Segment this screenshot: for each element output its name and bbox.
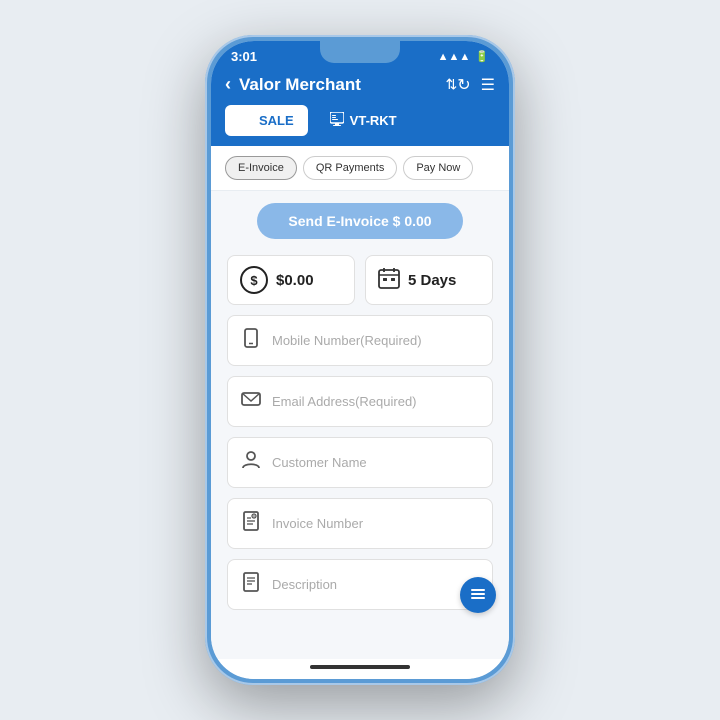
amount-row: $ $0.00: [227, 255, 493, 305]
status-icons: ▲▲▲ 🔋: [438, 50, 489, 63]
terminal-icon: [330, 112, 344, 129]
header-title: Valor Merchant: [239, 75, 442, 95]
send-button-wrap: Send E-Invoice $ 0.00: [211, 191, 509, 247]
mobile-placeholder: Mobile Number(Required): [272, 333, 422, 348]
amount-value: $0.00: [276, 272, 314, 289]
description-field[interactable]: Description: [227, 559, 493, 610]
form-area: $ $0.00: [211, 247, 509, 618]
email-field[interactable]: Email Address(Required): [227, 376, 493, 427]
phone-icon: [240, 328, 262, 353]
tab-sale[interactable]: SALE: [225, 105, 308, 136]
paynow-label: Pay Now: [416, 162, 460, 174]
sub-tab-einvoice[interactable]: E-Invoice: [225, 156, 297, 180]
home-indicator: [211, 659, 509, 679]
invoice-placeholder: Invoice Number: [272, 516, 363, 531]
qr-label: QR Payments: [316, 162, 384, 174]
phone-frame: 3:01 ▲▲▲ 🔋 ‹ Valor Merchant ⇅ ↻ ☰: [205, 35, 515, 685]
wifi-icon: ▲▲▲: [438, 51, 471, 63]
status-time: 3:01: [231, 49, 257, 64]
days-value: 5 Days: [408, 272, 456, 289]
header-actions: ↻ ☰: [457, 75, 495, 95]
amount-box[interactable]: $ $0.00: [227, 255, 355, 305]
app-header: ‹ Valor Merchant ⇅ ↻ ☰: [211, 68, 509, 105]
person-icon: [240, 450, 262, 475]
content-area: E-Invoice QR Payments Pay Now Send E-Inv…: [211, 146, 509, 659]
back-button[interactable]: ‹: [225, 74, 231, 95]
days-box[interactable]: 5 Days: [365, 255, 493, 305]
dollar-icon: $: [240, 266, 268, 294]
description-icon: [240, 572, 262, 597]
fab-button[interactable]: [460, 577, 496, 613]
sub-tab-paynow[interactable]: Pay Now: [403, 156, 473, 180]
email-placeholder: Email Address(Required): [272, 394, 417, 409]
sub-tabs: E-Invoice QR Payments Pay Now: [211, 146, 509, 191]
sub-tab-qr[interactable]: QR Payments: [303, 156, 397, 180]
vt-rkt-tab-label: VT-RKT: [350, 113, 397, 128]
mobile-field[interactable]: Mobile Number(Required): [227, 315, 493, 366]
send-einvoice-button[interactable]: Send E-Invoice $ 0.00: [257, 203, 463, 239]
customer-placeholder: Customer Name: [272, 455, 367, 470]
sale-tab-icon: [239, 112, 253, 129]
email-icon: [240, 389, 262, 414]
sale-tab-label: SALE: [259, 113, 294, 128]
calendar-icon: [378, 267, 400, 294]
battery-icon: 🔋: [475, 50, 489, 63]
tab-bar: SALE VT-RKT: [211, 105, 509, 146]
invoice-number-field[interactable]: Invoice Number: [227, 498, 493, 549]
tab-vt-rkt[interactable]: VT-RKT: [316, 105, 411, 136]
phone-notch: [320, 41, 400, 63]
fab-icon: [470, 586, 486, 605]
home-bar: [310, 665, 410, 669]
menu-icon[interactable]: ☰: [481, 75, 495, 95]
customer-name-field[interactable]: Customer Name: [227, 437, 493, 488]
refresh-icon[interactable]: ↻: [457, 75, 470, 95]
einvoice-label: E-Invoice: [238, 162, 284, 174]
transfer-icon[interactable]: ⇅: [446, 76, 458, 93]
phone-screen: 3:01 ▲▲▲ 🔋 ‹ Valor Merchant ⇅ ↻ ☰: [211, 41, 509, 679]
description-placeholder: Description: [272, 577, 337, 592]
invoice-icon: [240, 511, 262, 536]
